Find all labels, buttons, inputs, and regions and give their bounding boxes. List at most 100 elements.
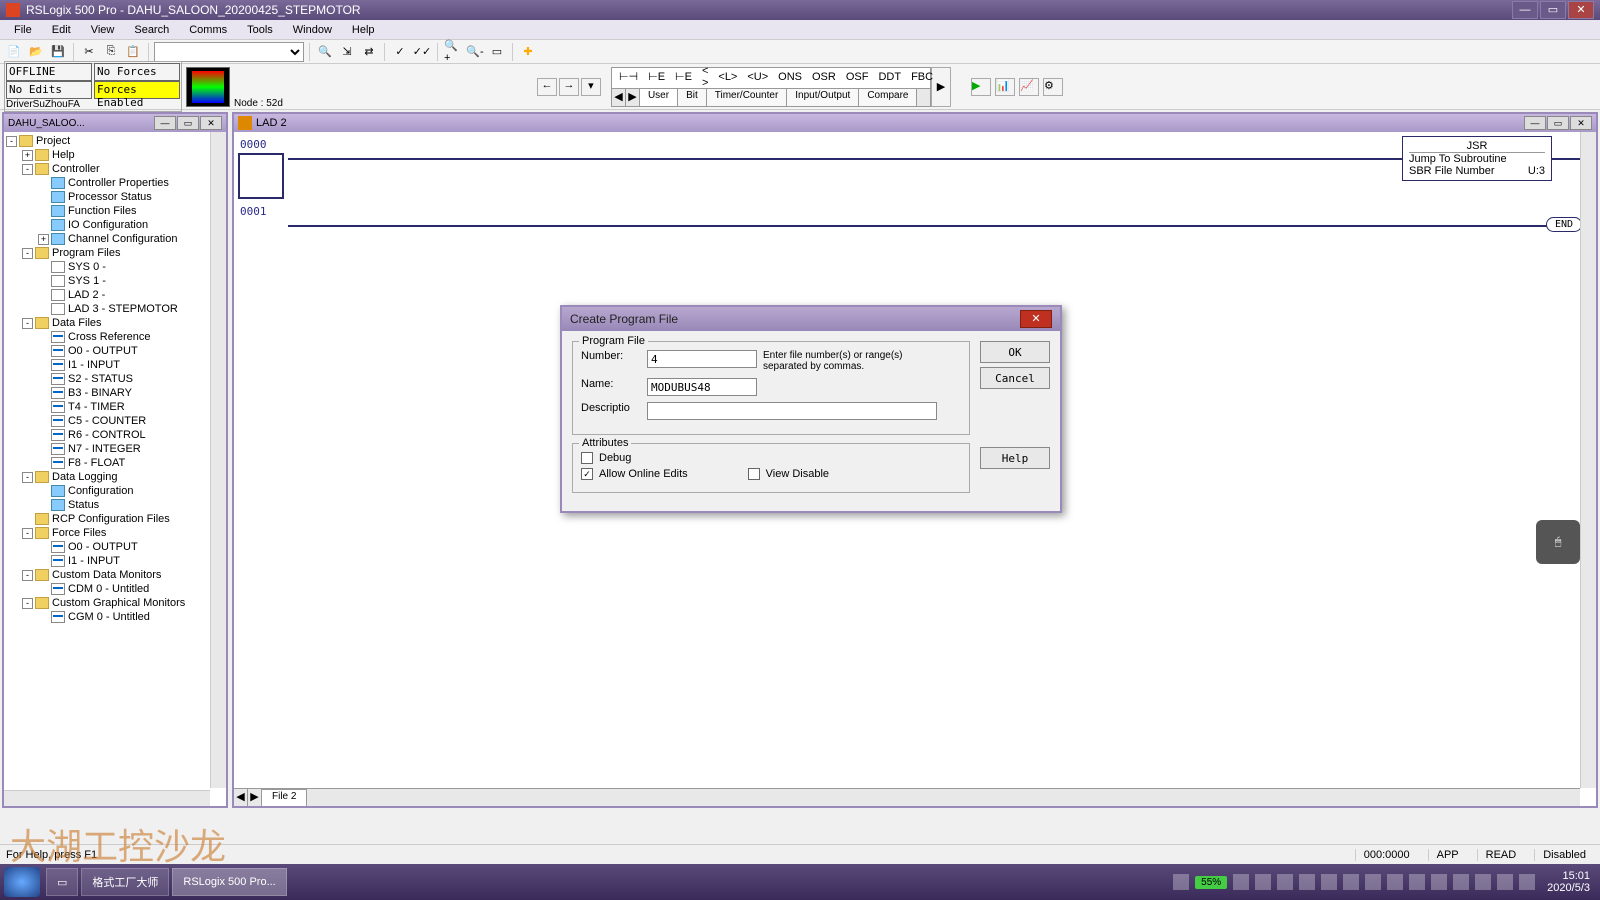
tree-node[interactable]: I1 - INPUT (6, 358, 224, 372)
open-button[interactable]: 📂 (26, 42, 46, 62)
trend-button[interactable]: 📈 (1019, 78, 1039, 96)
tree-vscrollbar[interactable] (210, 132, 226, 788)
tree-node[interactable]: Processor Status (6, 190, 224, 204)
tree-node[interactable]: IO Configuration (6, 218, 224, 232)
instr-tab-compare[interactable]: Compare (859, 89, 917, 106)
battery-indicator[interactable]: 55% (1195, 876, 1227, 889)
tree-toggle[interactable]: - (22, 164, 33, 175)
verify-button[interactable]: ✓ (390, 42, 410, 62)
paste-button[interactable]: 📋 (123, 42, 143, 62)
nav-back-button[interactable]: ← (537, 78, 557, 96)
tree-node[interactable]: T4 - TIMER (6, 400, 224, 414)
tree-node[interactable]: RCP Configuration Files (6, 512, 224, 526)
replace-button[interactable]: ⇄ (359, 42, 379, 62)
tray-icon[interactable] (1299, 874, 1315, 890)
tray-icon[interactable] (1277, 874, 1293, 890)
tree-close-button[interactable]: ✕ (200, 116, 222, 130)
tray-icon[interactable] (1343, 874, 1359, 890)
tray-icon[interactable] (1453, 874, 1469, 890)
tree-toggle[interactable]: - (22, 318, 33, 329)
verify-project-button[interactable]: ✓✓ (412, 42, 432, 62)
jsr-instruction[interactable]: JSR Jump To Subroutine SBR File Number U… (1402, 136, 1552, 181)
menu-help[interactable]: Help (342, 22, 385, 38)
tray-icon[interactable] (1365, 874, 1381, 890)
tree-node[interactable]: SYS 1 - (6, 274, 224, 288)
new-button[interactable]: 📄 (4, 42, 24, 62)
tree-node[interactable]: -Program Files (6, 246, 224, 260)
description-input[interactable] (647, 402, 937, 420)
tree-node[interactable]: Configuration (6, 484, 224, 498)
config-button[interactable]: ⚙ (1043, 78, 1063, 96)
rung-0001[interactable]: 0001 END (238, 203, 1592, 227)
help-button[interactable]: Help (980, 447, 1050, 469)
tree-toggle[interactable]: - (22, 248, 33, 259)
tree-toggle[interactable]: + (22, 150, 33, 161)
cancel-button[interactable]: Cancel (980, 367, 1050, 389)
nav-dropdown-button[interactable]: ▾ (581, 78, 601, 96)
instruction-glyph[interactable]: ⊢⊣ (616, 70, 641, 83)
allow-edits-checkbox[interactable]: ✓ (581, 468, 593, 480)
save-button[interactable]: 💾 (48, 42, 68, 62)
minimize-button[interactable]: — (1512, 1, 1538, 19)
tree-node[interactable]: S2 - STATUS (6, 372, 224, 386)
tray-icon[interactable] (1431, 874, 1447, 890)
tree-node[interactable]: +Channel Configuration (6, 232, 224, 246)
tree-hscrollbar[interactable] (4, 790, 210, 806)
view-disable-checkbox[interactable] (748, 468, 760, 480)
rung-0000[interactable]: 0000 JSR Jump To Subroutine SBR File Num… (238, 136, 1592, 199)
project-tree[interactable]: -Project+Help-ControllerController Prope… (4, 132, 226, 792)
ladder-maximize-button[interactable]: ▭ (1547, 116, 1569, 130)
edits-status[interactable]: No Edits (6, 81, 92, 99)
address-combo[interactable] (154, 42, 304, 62)
tree-node[interactable]: -Custom Graphical Monitors (6, 596, 224, 610)
run-button[interactable]: ▶ (971, 78, 991, 96)
menu-file[interactable]: File (4, 22, 42, 38)
tree-node[interactable]: Status (6, 498, 224, 512)
instr-tab-user[interactable]: User (640, 89, 678, 106)
tree-node[interactable]: O0 - OUTPUT (6, 344, 224, 358)
instruction-glyph[interactable]: OSF (843, 71, 872, 83)
tree-node[interactable]: -Controller (6, 162, 224, 176)
taskbar-item-rslogix[interactable]: RSLogix 500 Pro... (172, 868, 286, 896)
tray-icon[interactable] (1475, 874, 1491, 890)
ok-button[interactable]: OK (980, 341, 1050, 363)
tray-icon[interactable] (1321, 874, 1337, 890)
usb-float-icon[interactable]: 🖱 (1536, 520, 1580, 564)
menu-search[interactable]: Search (124, 22, 179, 38)
ladder-hscrollbar[interactable] (307, 789, 1580, 806)
tree-node[interactable]: C5 - COUNTER (6, 414, 224, 428)
instr-tab-bit[interactable]: Bit (678, 89, 707, 106)
tree-node[interactable]: O0 - OUTPUT (6, 540, 224, 554)
tree-maximize-button[interactable]: ▭ (177, 116, 199, 130)
menu-edit[interactable]: Edit (42, 22, 81, 38)
online-status[interactable]: OFFLINE (6, 63, 92, 81)
dialog-close-button[interactable]: ✕ (1020, 310, 1052, 328)
instr-tab-timercounter[interactable]: Timer/Counter (707, 89, 788, 106)
menu-tools[interactable]: Tools (237, 22, 283, 38)
number-input[interactable] (647, 350, 757, 368)
ladder-vscrollbar[interactable] (1580, 132, 1596, 788)
instruction-glyph[interactable]: <L> (715, 71, 740, 83)
tree-minimize-button[interactable]: — (154, 116, 176, 130)
taskbar-item-1[interactable]: 格式工厂大师 (81, 868, 169, 896)
tray-icon[interactable] (1387, 874, 1403, 890)
tree-node[interactable]: R6 - CONTROL (6, 428, 224, 442)
instr-tab-inputoutput[interactable]: Input/Output (787, 89, 859, 106)
tray-icon[interactable] (1255, 874, 1271, 890)
forces-status[interactable]: No Forces (94, 63, 180, 81)
taskbar-item-explorer[interactable]: ▭ (46, 868, 78, 896)
forces-enabled-status[interactable]: Forces Enabled (94, 81, 180, 99)
tree-toggle[interactable]: + (38, 234, 49, 245)
tree-node[interactable]: Controller Properties (6, 176, 224, 190)
close-button[interactable]: ✕ (1568, 1, 1594, 19)
add-button[interactable]: ✚ (518, 42, 538, 62)
dialog-titlebar[interactable]: Create Program File ✕ (562, 307, 1060, 331)
tray-icon[interactable] (1409, 874, 1425, 890)
tree-node[interactable]: +Help (6, 148, 224, 162)
copy-button[interactable]: ⎘ (101, 42, 121, 62)
tree-node[interactable]: N7 - INTEGER (6, 442, 224, 456)
tree-toggle[interactable]: - (22, 472, 33, 483)
find-button[interactable]: 🔍 (315, 42, 335, 62)
ladder-close-button[interactable]: ✕ (1570, 116, 1592, 130)
tree-node[interactable]: I1 - INPUT (6, 554, 224, 568)
